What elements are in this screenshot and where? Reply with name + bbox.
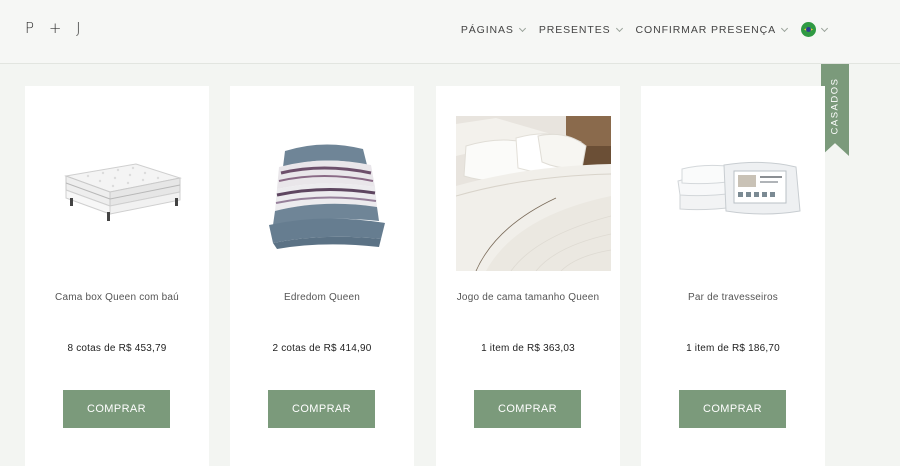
bed-mattress-image[interactable] bbox=[45, 116, 200, 271]
site-header: P + J PÁGINAS PRESENTES CONFIRMAR PRESEN… bbox=[0, 0, 900, 64]
nav-label: CONFIRMAR PRESENÇA bbox=[635, 23, 776, 36]
site-logo[interactable]: P + J bbox=[25, 19, 86, 37]
nav-item-paginas[interactable]: PÁGINAS bbox=[460, 23, 526, 36]
nav-item-presentes[interactable]: PRESENTES bbox=[538, 23, 623, 36]
product-card: Edredom Queen 2 cotas de R$ 414,90 COMPR… bbox=[230, 86, 414, 466]
folded-comforter-image[interactable] bbox=[250, 116, 405, 271]
language-selector[interactable] bbox=[787, 22, 829, 37]
bed-linen-set-image[interactable] bbox=[456, 116, 611, 271]
product-price: 1 item de R$ 186,70 bbox=[686, 343, 780, 354]
product-price: 1 item de R$ 363,03 bbox=[481, 343, 575, 354]
product-name: Jogo de cama tamanho Queen bbox=[456, 292, 600, 303]
casados-ribbon: CASADOS bbox=[821, 64, 849, 156]
product-name: Cama box Queen com baú bbox=[55, 292, 179, 303]
product-price: 2 cotas de R$ 414,90 bbox=[272, 343, 372, 354]
buy-button[interactable]: COMPRAR bbox=[63, 390, 170, 428]
nav-label: PÁGINAS bbox=[460, 23, 514, 36]
product-name: Edredom Queen bbox=[284, 292, 360, 303]
product-price: 8 cotas de R$ 453,79 bbox=[67, 343, 167, 354]
buy-button[interactable]: COMPRAR bbox=[268, 390, 375, 428]
buy-button[interactable]: COMPRAR bbox=[474, 390, 581, 428]
buy-button[interactable]: COMPRAR bbox=[679, 390, 786, 428]
product-card: Cama box Queen com baú 8 cotas de R$ 453… bbox=[25, 86, 209, 466]
brazil-flag-icon bbox=[801, 22, 816, 37]
product-card: Par de travesseiros 1 item de R$ 186,70 … bbox=[641, 86, 825, 466]
main-nav: PÁGINAS PRESENTES CONFIRMAR PRESENÇA bbox=[460, 22, 829, 37]
chevron-down-icon bbox=[518, 24, 526, 32]
nav-label: PRESENTES bbox=[538, 23, 611, 36]
chevron-down-icon bbox=[820, 24, 829, 32]
product-name: Par de travesseiros bbox=[688, 292, 778, 303]
chevron-down-icon bbox=[615, 24, 623, 32]
ribbon-label: CASADOS bbox=[829, 77, 841, 135]
product-card: Jogo de cama tamanho Queen 1 item de R$ … bbox=[436, 86, 620, 466]
nav-item-confirmar-presenca[interactable]: CONFIRMAR PRESENÇA bbox=[635, 23, 789, 36]
pillows-pair-image[interactable] bbox=[661, 116, 816, 271]
